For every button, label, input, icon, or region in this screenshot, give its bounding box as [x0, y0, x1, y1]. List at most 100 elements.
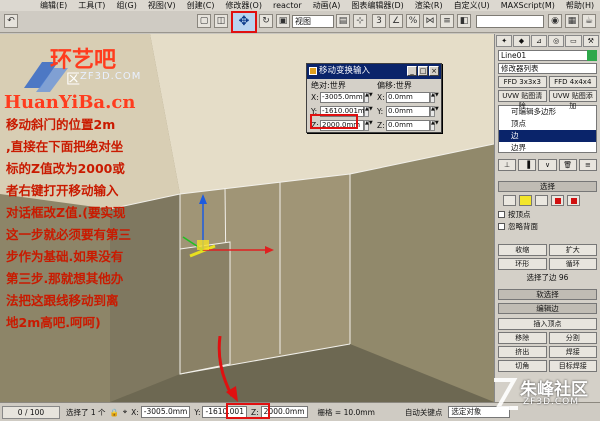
instruction-line: 步作为基础.如果没有 — [6, 249, 124, 264]
vertex-mode-icon[interactable] — [503, 195, 516, 206]
offset-z-field[interactable]: 0.0mm — [386, 120, 430, 131]
absolute-x-field[interactable]: -3005.0mm — [320, 92, 364, 103]
rotate-icon[interactable]: ↻ — [259, 14, 273, 28]
remove-modifier-icon[interactable]: 🗑 — [558, 159, 577, 171]
element-mode-icon[interactable] — [567, 195, 580, 206]
menu-item[interactable]: 编辑(E) — [40, 0, 67, 11]
menu-item[interactable]: 动画(A) — [313, 0, 341, 11]
menu-item[interactable]: 工具(T) — [78, 0, 105, 11]
render-setup-icon[interactable]: ▦ — [565, 14, 579, 28]
angle-snap-icon[interactable]: ∠ — [389, 14, 403, 28]
menu-item[interactable]: reactor — [273, 1, 302, 10]
hierarchy-tab-icon[interactable]: ⊿ — [530, 35, 547, 47]
menu-item[interactable]: 图表编辑器(D) — [351, 0, 403, 11]
quick-render-icon[interactable]: ☕ — [582, 14, 596, 28]
create-tab-icon[interactable]: ✦ — [496, 35, 513, 47]
grid-size: 栅格 = 10.0mm — [317, 407, 375, 417]
utilities-tab-icon[interactable]: ⚒ — [582, 35, 599, 47]
rollout-selection[interactable]: 选择 — [498, 181, 597, 192]
absolute-mode-icon[interactable]: ⌖ — [123, 407, 127, 417]
show-end-result-icon[interactable]: ▐ — [518, 159, 537, 171]
ffd-3x3x3-button[interactable]: FFD 3x3x3 — [498, 76, 547, 88]
by-vertex-option[interactable]: 按顶点 — [498, 209, 597, 220]
menu-item[interactable]: 视图(V) — [148, 0, 176, 11]
stack-item-edge[interactable]: 边 — [499, 130, 596, 142]
absolute-z-spinner[interactable]: ▲▼ — [364, 120, 373, 131]
menu-item[interactable]: 自定义(U) — [454, 0, 490, 11]
auto-key-button[interactable]: 自动关键点 — [405, 407, 443, 418]
absolute-x-spinner[interactable]: ▲▼ — [364, 92, 373, 103]
target-weld-button[interactable]: 目标焊接 — [548, 360, 597, 372]
extrude-button[interactable]: 挤出 — [498, 346, 547, 358]
border-mode-icon[interactable] — [535, 195, 548, 206]
by-vertex-checkbox[interactable] — [498, 211, 505, 218]
split-button[interactable]: 分割 — [548, 332, 597, 344]
offset-y-field[interactable]: 0.0mm — [386, 106, 430, 117]
rollout-edit-edges[interactable]: 编辑边 — [498, 303, 597, 314]
make-unique-icon[interactable]: ∨ — [538, 159, 557, 171]
stack-item-border[interactable]: 边界 — [499, 142, 596, 154]
layer-icon[interactable]: ◧ — [457, 14, 471, 28]
remove-button[interactable]: 移除 — [498, 332, 547, 344]
absolute-y-spinner[interactable]: ▲▼ — [364, 106, 373, 117]
menu-item[interactable]: 组(G) — [116, 0, 136, 11]
menu-item[interactable]: 修改器(O) — [225, 0, 262, 11]
material-editor-icon[interactable]: ◉ — [548, 14, 562, 28]
select-and-move-button[interactable]: ✥ — [231, 11, 257, 33]
configure-sets-icon[interactable]: ≡ — [578, 159, 598, 171]
menu-item[interactable]: 渲染(R) — [415, 0, 443, 11]
minimize-icon[interactable]: _ — [407, 66, 417, 76]
offset-x-spinner[interactable]: ▲▼ — [430, 92, 439, 103]
pivot-icon[interactable]: ▤ — [336, 14, 350, 28]
edge-mode-icon[interactable] — [519, 195, 532, 206]
undo-icon[interactable]: ↶ — [4, 14, 18, 28]
offset-x-field[interactable]: 0.0mm — [386, 92, 430, 103]
align-icon[interactable]: ≡ — [440, 14, 454, 28]
motion-tab-icon[interactable]: ◎ — [547, 35, 565, 47]
menu-item[interactable]: 创建(C) — [187, 0, 215, 11]
offset-z-spinner[interactable]: ▲▼ — [430, 120, 439, 131]
object-name-field[interactable]: Line01 — [498, 50, 597, 61]
mirror-icon[interactable]: ⋈ — [423, 14, 437, 28]
maximize-icon[interactable]: □ — [418, 66, 428, 76]
stack-item-vertex[interactable]: 顶点 — [499, 118, 596, 130]
polygon-mode-icon[interactable] — [551, 195, 564, 206]
percent-snap-icon[interactable]: % — [406, 14, 420, 28]
uvw-clear-button[interactable]: UVW 贴图清除 — [498, 90, 547, 110]
modify-tab-icon[interactable]: ◆ — [513, 35, 530, 47]
menu-item[interactable]: MAXScript(M) — [501, 1, 555, 10]
chamfer-button[interactable]: 切角 — [498, 360, 547, 372]
scale-icon[interactable]: ▣ — [276, 14, 290, 28]
ignore-backface-checkbox[interactable] — [498, 223, 505, 230]
grow-button[interactable]: 扩大 — [548, 244, 597, 256]
stack-item-editable-poly[interactable]: 可编辑多边形 — [499, 106, 596, 118]
window-crossing-icon[interactable]: ◫ — [214, 14, 228, 28]
reference-coordinate-dropdown[interactable]: 视图 — [292, 15, 334, 28]
dialog-titlebar[interactable]: 移动变换输入 _ □ × — [307, 64, 441, 79]
snap-icon[interactable]: 3 — [372, 14, 386, 28]
select-manipulate-icon[interactable]: ⊹ — [353, 14, 367, 28]
rollout-soft-selection[interactable]: 软选择 — [498, 289, 597, 300]
named-selection-dropdown[interactable] — [476, 15, 544, 28]
uvw-add-button[interactable]: UVW 贴图添加 — [548, 90, 597, 110]
ffd-4x4x4-button[interactable]: FFD 4x4x4 — [548, 76, 597, 88]
coord-x-field[interactable]: -3005.0mm — [140, 406, 191, 418]
insert-vertex-button[interactable]: 插入顶点 — [498, 318, 597, 330]
lock-selection-icon[interactable]: 🔒 — [110, 408, 119, 417]
subobject-selector — [503, 195, 592, 206]
ignore-backface-label: 忽略背面 — [508, 222, 538, 231]
ring-button[interactable]: 环形 — [498, 258, 547, 270]
pin-stack-icon[interactable]: ⊥ — [498, 159, 517, 171]
offset-y-spinner[interactable]: ▲▼ — [430, 106, 439, 117]
ignore-backface-option[interactable]: 忽略背面 — [498, 221, 597, 232]
close-icon[interactable]: × — [429, 66, 439, 76]
loop-button[interactable]: 循环 — [548, 258, 597, 270]
time-slider[interactable]: 0 / 100 — [2, 405, 60, 419]
display-tab-icon[interactable]: ▭ — [565, 35, 582, 47]
modifier-list-dropdown[interactable]: 修改器列表 — [498, 63, 597, 74]
select-region-icon[interactable]: ▢ — [197, 14, 211, 28]
menu-item[interactable]: 帮助(H) — [566, 0, 594, 11]
object-color-swatch[interactable] — [587, 50, 597, 61]
weld-button[interactable]: 焊接 — [548, 346, 597, 358]
shrink-button[interactable]: 收缩 — [498, 244, 547, 256]
